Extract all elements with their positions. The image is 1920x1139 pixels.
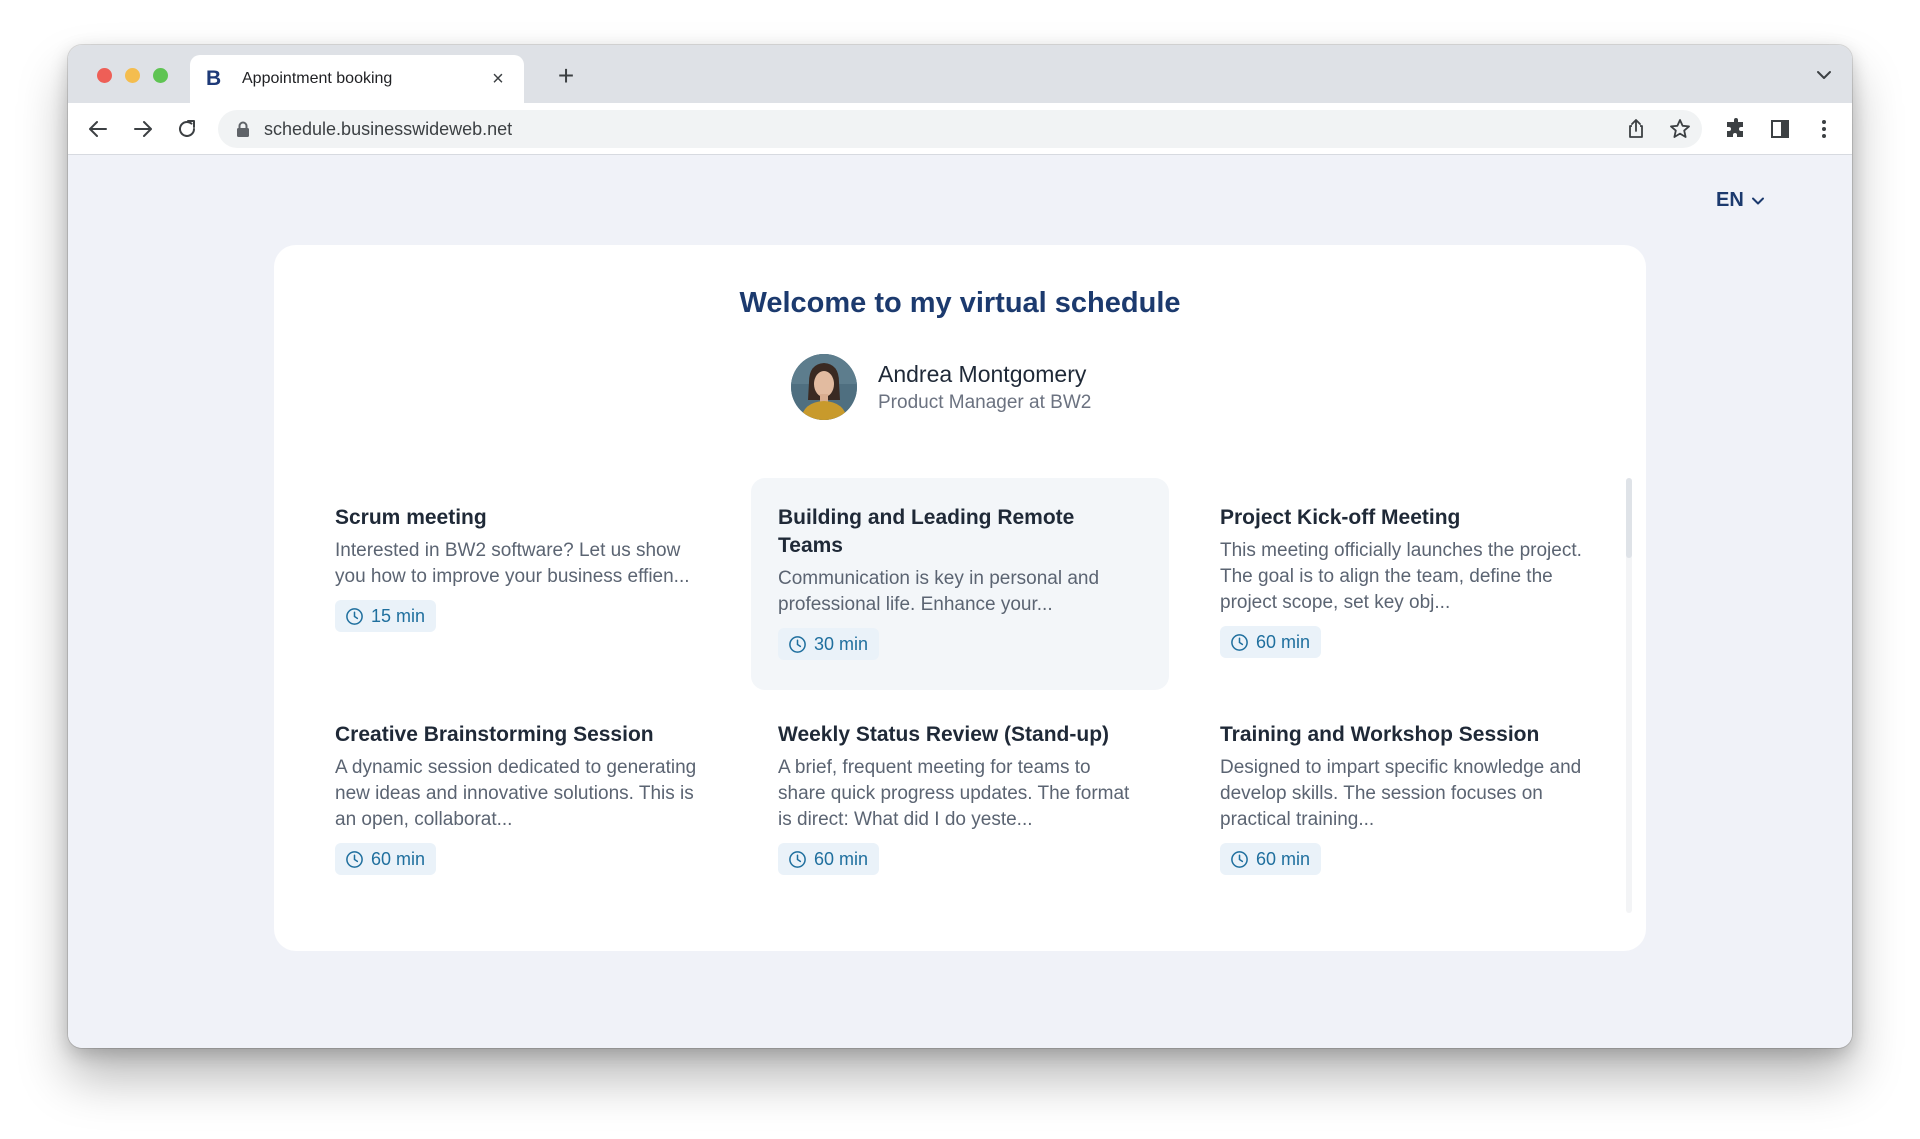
service-description: Designed to impart specific knowledge an… bbox=[1220, 757, 1582, 830]
chevron-down-icon[interactable] bbox=[1814, 65, 1834, 85]
duration-badge: 60 min bbox=[778, 843, 880, 875]
tab-close-icon[interactable]: × bbox=[488, 68, 508, 91]
duration-label: 15 min bbox=[371, 605, 426, 626]
page-title: Welcome to my virtual schedule bbox=[739, 287, 1181, 319]
duration-label: 60 min bbox=[814, 848, 869, 869]
profile-header: Andrea Montgomery Product Manager at BW2 bbox=[791, 354, 1091, 420]
url-text: schedule.businesswideweb.net bbox=[264, 118, 513, 139]
duration-label: 60 min bbox=[1256, 631, 1311, 652]
close-window-button[interactable] bbox=[97, 68, 112, 83]
service-title: Project Kick-off Meeting bbox=[1220, 506, 1461, 529]
back-arrow-icon[interactable] bbox=[86, 117, 110, 141]
service-title: Weekly Status Review (Stand-up) bbox=[778, 723, 1110, 746]
duration-label: 30 min bbox=[814, 633, 869, 654]
browser-window: B Appointment booking × + schedule.busin… bbox=[68, 45, 1852, 1048]
service-title: Scrum meeting bbox=[335, 506, 487, 529]
share-icon[interactable] bbox=[1624, 117, 1648, 141]
clock-icon bbox=[789, 850, 806, 868]
more-menu-icon[interactable] bbox=[1812, 117, 1836, 141]
scrollbar-thumb[interactable] bbox=[1626, 478, 1632, 558]
clock-icon bbox=[789, 635, 806, 653]
chevron-down-icon bbox=[1751, 197, 1764, 204]
page-content: EN Welcome to my virtual schedule Andrea… bbox=[68, 155, 1852, 1048]
duration-badge: 60 min bbox=[1220, 626, 1322, 658]
lock-icon bbox=[237, 121, 249, 137]
service-card[interactable]: Training and Workshop Session Designed t… bbox=[1193, 695, 1611, 901]
address-bar[interactable]: schedule.businesswideweb.net bbox=[218, 110, 1702, 148]
service-title: Building and Leading Remote Teams bbox=[778, 506, 1075, 557]
duration-badge: 60 min bbox=[1220, 843, 1322, 875]
service-title: Training and Workshop Session bbox=[1220, 723, 1540, 746]
tab-appointment-booking[interactable]: B Appointment booking × bbox=[190, 55, 524, 103]
duration-badge: 15 min bbox=[335, 600, 437, 632]
clock-icon bbox=[346, 607, 363, 625]
service-description: Communication is key in personal and pro… bbox=[778, 568, 1100, 615]
tab-title: Appointment booking bbox=[242, 70, 393, 87]
service-description: A brief, frequent meeting for teams to s… bbox=[778, 757, 1130, 830]
schedule-card: Welcome to my virtual schedule Andrea Mo… bbox=[274, 245, 1646, 951]
service-card[interactable]: Building and Leading Remote Teams Commun… bbox=[751, 478, 1169, 690]
tab-strip: B Appointment booking × + bbox=[68, 45, 1852, 103]
services-scrollbar[interactable] bbox=[1626, 478, 1632, 913]
duration-badge: 30 min bbox=[778, 628, 880, 660]
services-grid: Scrum meeting Interested in BW2 software… bbox=[308, 478, 1592, 913]
service-description: Interested in BW2 software? Let us show … bbox=[335, 540, 690, 587]
clock-icon bbox=[1231, 850, 1248, 868]
service-card[interactable]: Scrum meeting Interested in BW2 software… bbox=[308, 478, 726, 658]
new-tab-button[interactable]: + bbox=[551, 61, 581, 91]
side-panel-icon[interactable] bbox=[1768, 117, 1792, 141]
language-selector[interactable]: EN bbox=[1716, 189, 1766, 212]
extensions-icon[interactable] bbox=[1724, 117, 1748, 141]
duration-badge: 60 min bbox=[335, 843, 437, 875]
profile-name: Andrea Montgomery bbox=[878, 360, 1087, 387]
bookmark-star-icon[interactable] bbox=[1668, 117, 1692, 141]
minimize-window-button[interactable] bbox=[125, 68, 140, 83]
favicon-icon: B bbox=[206, 67, 222, 90]
service-card[interactable]: Project Kick-off Meeting This meeting of… bbox=[1193, 478, 1611, 684]
language-label: EN bbox=[1716, 189, 1744, 211]
service-card[interactable]: Creative Brainstorming Session A dynamic… bbox=[308, 695, 726, 901]
profile-role: Product Manager at BW2 bbox=[878, 391, 1092, 413]
duration-label: 60 min bbox=[1256, 848, 1311, 869]
service-title: Creative Brainstorming Session bbox=[335, 723, 654, 746]
clock-icon bbox=[1231, 633, 1248, 651]
reload-icon[interactable] bbox=[175, 117, 199, 141]
avatar bbox=[791, 354, 857, 420]
service-card[interactable]: Weekly Status Review (Stand-up) A brief,… bbox=[751, 695, 1169, 901]
service-description: A dynamic session dedicated to generatin… bbox=[335, 757, 697, 830]
clock-icon bbox=[346, 850, 363, 868]
duration-label: 60 min bbox=[371, 848, 426, 869]
forward-arrow-icon[interactable] bbox=[131, 117, 155, 141]
maximize-window-button[interactable] bbox=[153, 68, 168, 83]
service-description: This meeting officially launches the pro… bbox=[1220, 540, 1582, 613]
browser-toolbar: schedule.businesswideweb.net bbox=[68, 103, 1852, 155]
